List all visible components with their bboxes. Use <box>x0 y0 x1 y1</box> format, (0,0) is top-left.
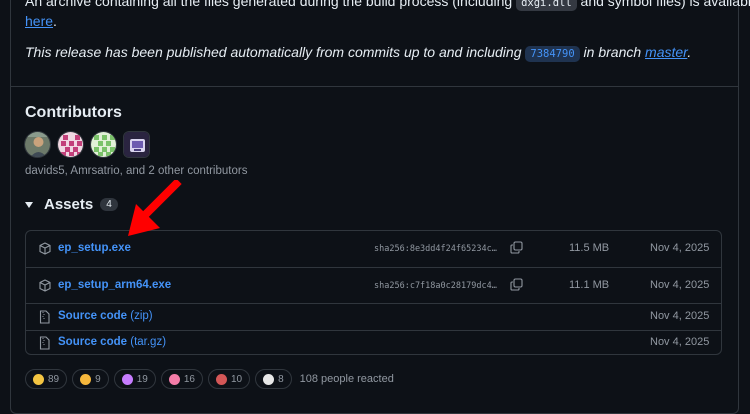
source-code-tar-link[interactable]: Source code (tar.gz) <box>58 336 166 348</box>
archive-text-pre: An archive containing all the files gene… <box>25 0 517 9</box>
assets-list: ep_setup.exe sha256:8e3dd4f24f65234c… 11… <box>25 230 722 355</box>
source-code-format: (tar.gz) <box>130 336 167 348</box>
asset-date: Nov 4, 2025 <box>650 336 710 348</box>
file-zip-icon <box>39 336 50 350</box>
asset-size: 11.5 MB <box>569 242 610 254</box>
reaction-count: 16 <box>183 373 195 385</box>
branch-link[interactable]: master <box>645 44 687 60</box>
heart-icon <box>168 373 180 385</box>
assets-count-badge: 4 <box>100 198 118 211</box>
reaction-laugh[interactable]: 9 <box>72 369 109 389</box>
reaction-rocket[interactable]: 10 <box>207 369 251 389</box>
source-code-label: Source code <box>58 336 128 348</box>
dxgi-code: dxgi.dll <box>516 0 577 11</box>
reaction-count: 89 <box>48 373 60 385</box>
contributor-avatars <box>24 131 150 158</box>
asset-sha: sha256:c7f18a0c28179dc4… <box>374 281 497 291</box>
reaction-count: 19 <box>136 373 148 385</box>
commit-link[interactable]: 7384790 <box>525 46 580 62</box>
reaction-thumbs-up[interactable]: 89 <box>25 369 68 389</box>
reaction-count: 10 <box>230 373 243 385</box>
asset-row: Source code (tar.gz) Nov 4, 2025 <box>26 330 721 355</box>
archive-text: An archive containing all the files gene… <box>25 0 750 13</box>
source-code-label: Source code <box>58 310 128 322</box>
file-zip-icon <box>39 310 50 324</box>
asset-size: 11.1 MB <box>569 279 610 291</box>
package-icon <box>39 242 51 255</box>
assets-toggle[interactable]: Assets 4 <box>25 196 118 213</box>
assets-title: Assets <box>44 196 94 213</box>
annotation-arrow-icon <box>128 180 182 236</box>
reaction-hooray[interactable]: 19 <box>113 369 156 389</box>
archive-link-line: here. <box>25 11 57 31</box>
archive-text-mid: and symbol files) is available <box>576 0 750 9</box>
reaction-heart[interactable]: 16 <box>160 369 203 389</box>
triangle-down-icon <box>25 201 33 208</box>
avatar[interactable] <box>57 131 84 158</box>
asset-row: ep_setup_arm64.exe sha256:c7f18a0c28179d… <box>26 267 721 303</box>
reactions-summary: 108 people reacted <box>299 373 394 385</box>
thumbs-up-icon <box>33 373 44 385</box>
eyes-icon <box>263 373 275 385</box>
published-text-mid: in branch <box>579 44 646 60</box>
reaction-eyes[interactable]: 8 <box>255 369 292 389</box>
package-icon <box>39 279 51 292</box>
published-text: This release has been published automati… <box>25 42 691 64</box>
asset-row: Source code (zip) Nov 4, 2025 <box>26 303 721 330</box>
copy-icon[interactable] <box>510 241 523 254</box>
rocket-icon <box>215 373 227 385</box>
reaction-count: 9 <box>95 373 101 385</box>
avatar[interactable] <box>90 131 117 158</box>
avatar[interactable] <box>123 131 150 158</box>
contributors-summary: davids5, Amrsatrio, and 2 other contribu… <box>25 165 248 177</box>
asset-date: Nov 4, 2025 <box>650 242 710 254</box>
source-code-zip-link[interactable]: Source code (zip) <box>58 310 153 322</box>
section-divider <box>10 86 739 87</box>
laugh-icon <box>80 373 92 385</box>
archive-text-end: . <box>53 13 57 29</box>
asset-date: Nov 4, 2025 <box>650 310 710 322</box>
reactions-bar: 89 9 19 16 10 8 108 people reacted <box>25 369 394 389</box>
copy-icon[interactable] <box>510 278 523 291</box>
asset-link-ep-setup-arm64[interactable]: ep_setup_arm64.exe <box>58 279 171 291</box>
reaction-count: 8 <box>278 373 284 385</box>
asset-sha: sha256:8e3dd4f24f65234c… <box>374 244 497 254</box>
source-code-format: (zip) <box>130 310 153 322</box>
published-text-end: . <box>687 44 692 60</box>
asset-date: Nov 4, 2025 <box>650 279 710 291</box>
hooray-icon <box>121 373 133 385</box>
published-text-pre: This release has been published automati… <box>25 44 526 60</box>
contributors-title: Contributors <box>25 104 122 121</box>
avatar[interactable] <box>24 131 51 158</box>
archive-here-link[interactable]: here <box>25 13 53 29</box>
